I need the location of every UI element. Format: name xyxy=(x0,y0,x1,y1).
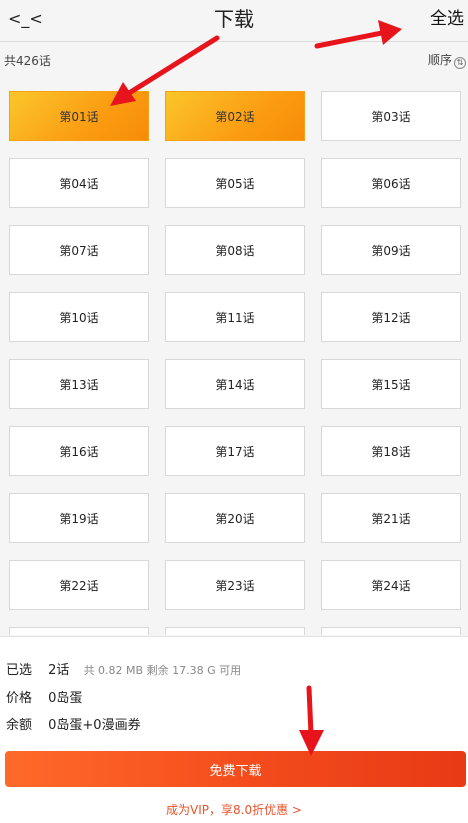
episode-item[interactable]: 第21话 xyxy=(321,493,461,543)
episode-item[interactable]: 第01话 xyxy=(9,91,149,141)
episode-item[interactable]: 第16话 xyxy=(9,426,149,476)
episode-item[interactable]: 第15话 xyxy=(321,359,461,409)
episode-item[interactable]: 第23话 xyxy=(165,560,305,610)
balance-label: 余额 xyxy=(6,718,33,733)
episode-item[interactable]: 第06话 xyxy=(321,158,461,208)
episode-item[interactable]: 第10话 xyxy=(9,292,149,342)
episode-item[interactable]: 第20话 xyxy=(165,493,305,543)
episode-item[interactable]: 第07话 xyxy=(9,225,149,275)
selected-label: 已选 xyxy=(6,663,33,678)
episode-item[interactable] xyxy=(9,627,149,635)
total-episodes: 共426话 xyxy=(4,54,51,68)
selected-count: 2话 xyxy=(48,663,70,678)
episode-item[interactable]: 第22话 xyxy=(9,560,149,610)
header-bar: <_< 下载 全选 xyxy=(0,0,468,42)
vip-discount-link[interactable]: 成为VIP，享8.0折优惠 > xyxy=(0,801,468,818)
episode-grid-scroll[interactable]: 第01话 第02话 第03话第04话 第05话 第06话第07话 第08话 第09话第10话… xyxy=(0,76,468,635)
episode-item[interactable]: 第05话 xyxy=(165,158,305,208)
sort-order-label: 顺序 xyxy=(427,53,452,67)
episode-item[interactable] xyxy=(321,627,461,635)
price-label: 价格 xyxy=(6,691,33,706)
episode-item[interactable]: 第03话 xyxy=(321,91,461,141)
episode-item[interactable]: 第19话 xyxy=(9,493,149,543)
balance-row: 余额 0岛蛋+0漫画券 xyxy=(6,714,141,733)
price-value: 0岛蛋 xyxy=(48,691,83,706)
select-all-button[interactable]: 全选 xyxy=(430,6,464,32)
episode-item[interactable]: 第08话 xyxy=(165,225,305,275)
storage-info: 共 0.82 MB 剩余 17.38 G 可用 xyxy=(83,664,242,677)
episode-item[interactable]: 第17话 xyxy=(165,426,305,476)
download-summary-panel: 已选 2话 共 0.82 MB 剩余 17.38 G 可用 价格 0岛蛋 余额 … xyxy=(0,636,468,823)
page-title: 下载 xyxy=(214,7,254,31)
selected-row: 已选 2话 共 0.82 MB 剩余 17.38 G 可用 xyxy=(6,659,241,678)
sort-order-toggle[interactable]: 顺序 ⇅ xyxy=(428,51,466,69)
episode-item[interactable]: 第11话 xyxy=(165,292,305,342)
episode-item[interactable]: 第09话 xyxy=(321,225,461,275)
episode-item[interactable]: 第13话 xyxy=(9,359,149,409)
episode-item[interactable] xyxy=(165,627,305,635)
episode-item[interactable]: 第02话 xyxy=(165,91,305,141)
sort-order-icon: ⇅ xyxy=(454,57,466,69)
balance-value: 0岛蛋+0漫画券 xyxy=(48,718,141,733)
free-download-button[interactable]: 免费下载 xyxy=(5,751,466,787)
episode-item[interactable]: 第24话 xyxy=(321,560,461,610)
episode-item[interactable]: 第12话 xyxy=(321,292,461,342)
episode-info-bar: 共426话 顺序 ⇅ xyxy=(0,44,468,74)
episode-grid: 第01话 第02话 第03话第04话 第05话 第06话第07话 第08话 第09话第10话… xyxy=(9,91,461,635)
price-row: 价格 0岛蛋 xyxy=(6,687,82,706)
episode-item[interactable]: 第18话 xyxy=(321,426,461,476)
episode-item[interactable]: 第04话 xyxy=(9,158,149,208)
episode-item[interactable]: 第14话 xyxy=(165,359,305,409)
